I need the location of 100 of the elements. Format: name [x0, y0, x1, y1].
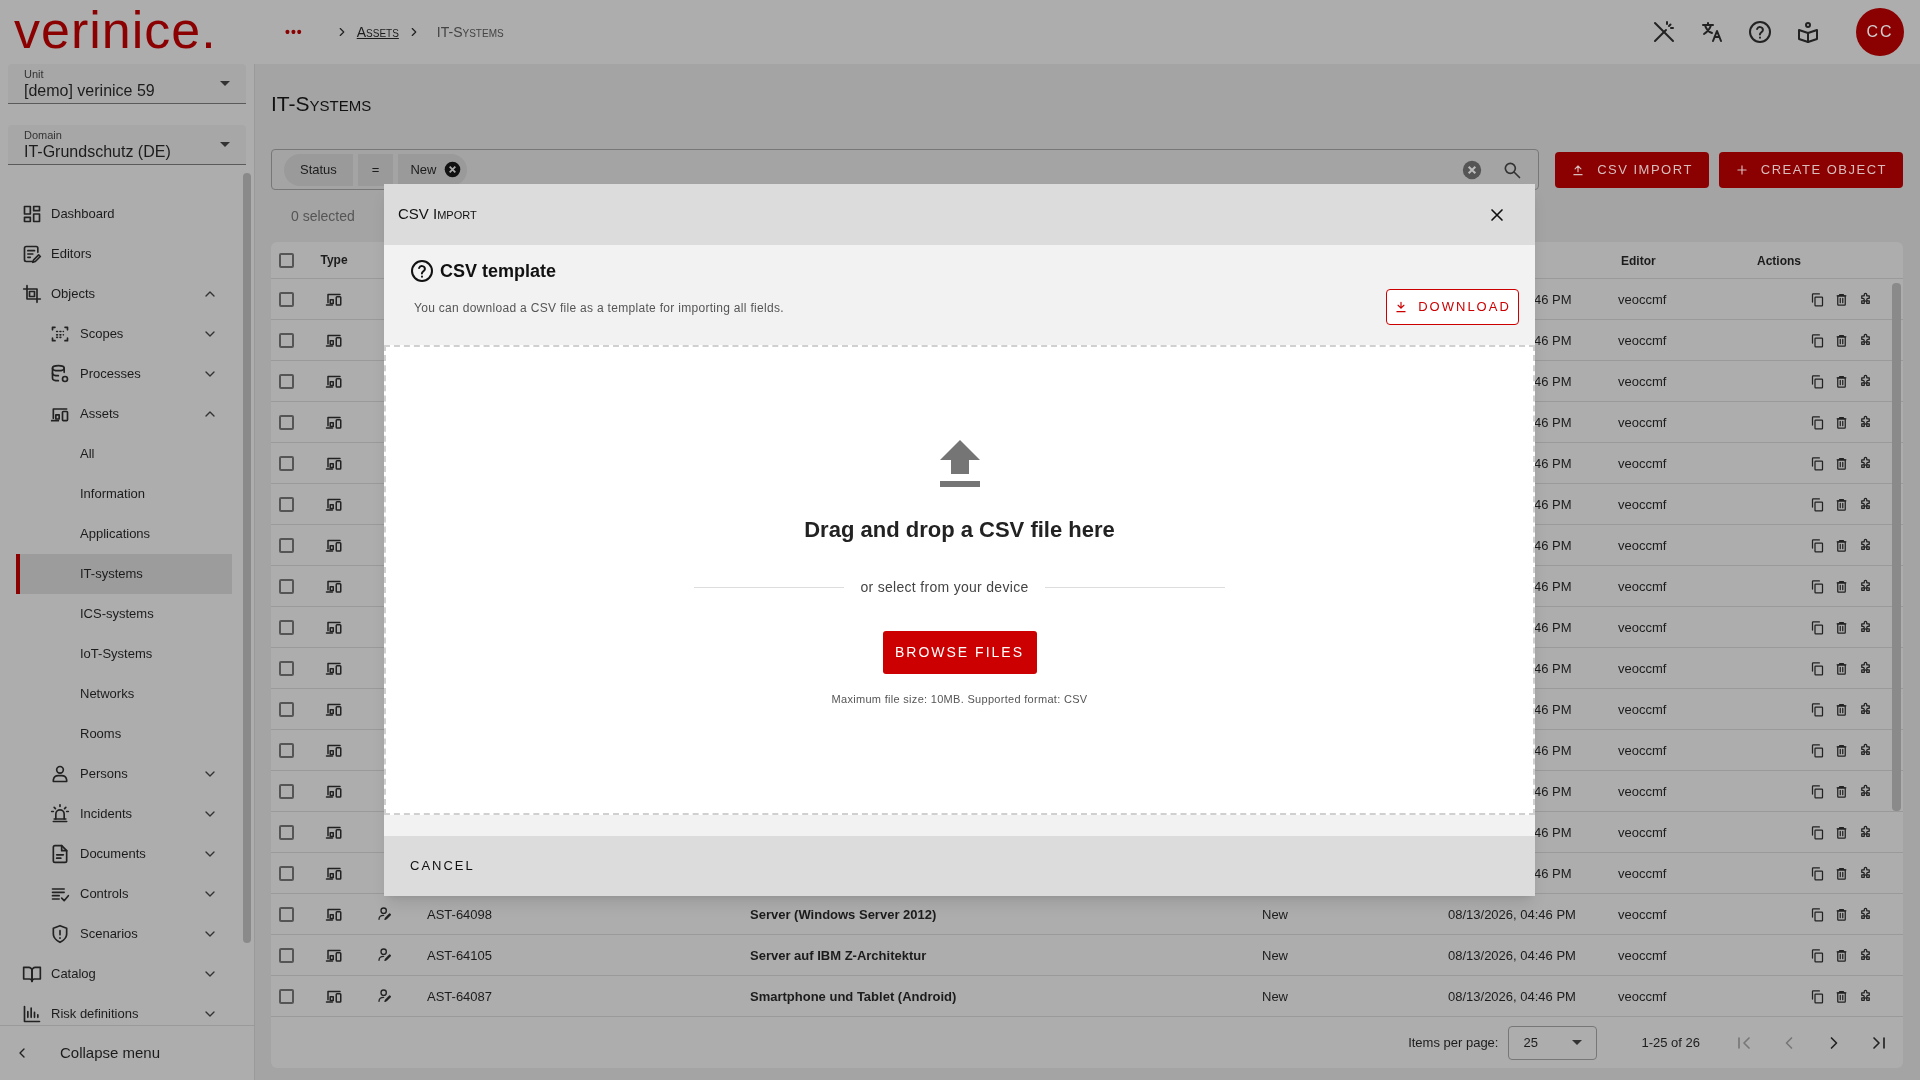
puzzle-icon[interactable]: [1858, 619, 1873, 635]
scrollbar[interactable]: [1892, 283, 1901, 811]
puzzle-icon[interactable]: [1858, 660, 1873, 676]
user-avatar[interactable]: CC: [1856, 8, 1904, 56]
nav-item[interactable]: Incidents: [16, 794, 232, 834]
nav-item[interactable]: Processes: [16, 354, 232, 394]
copy-icon[interactable]: [1810, 824, 1825, 840]
column-header[interactable]: Editor: [1621, 254, 1656, 268]
puzzle-icon[interactable]: [1858, 824, 1873, 840]
nav-item[interactable]: Editors: [16, 234, 232, 274]
trash-icon[interactable]: [1834, 455, 1849, 471]
nav-item[interactable]: ICS-systems: [16, 594, 232, 634]
checkbox[interactable]: [278, 455, 294, 471]
nav-item[interactable]: Scenarios: [16, 914, 232, 954]
checkbox[interactable]: [278, 783, 294, 799]
nav-item[interactable]: All: [16, 434, 232, 474]
magic-wand-off-icon[interactable]: [1652, 20, 1676, 44]
nav-item[interactable]: Information: [16, 474, 232, 514]
copy-icon[interactable]: [1810, 455, 1825, 471]
copy-icon[interactable]: [1810, 373, 1825, 389]
puzzle-icon[interactable]: [1858, 865, 1873, 881]
puzzle-icon[interactable]: [1858, 701, 1873, 717]
nav-item[interactable]: Controls: [16, 874, 232, 914]
trash-icon[interactable]: [1834, 660, 1849, 676]
column-header[interactable]: Type: [320, 251, 348, 269]
puzzle-icon[interactable]: [1858, 988, 1873, 1004]
checkbox[interactable]: [278, 496, 294, 512]
breadcrumb-link[interactable]: Assets: [356, 21, 399, 43]
checkbox[interactable]: [278, 660, 294, 676]
nav-item[interactable]: Persons: [16, 754, 232, 794]
puzzle-icon[interactable]: [1858, 332, 1873, 348]
checkbox[interactable]: [278, 373, 294, 389]
puzzle-icon[interactable]: [1858, 537, 1873, 553]
checkbox[interactable]: [278, 332, 294, 348]
checkbox[interactable]: [278, 537, 294, 553]
copy-icon[interactable]: [1810, 414, 1825, 430]
select-field[interactable]: Domain IT-Grundschutz (DE): [8, 125, 246, 165]
nav-item[interactable]: Dashboard: [16, 194, 232, 234]
filter-chip[interactable]: =: [357, 153, 394, 186]
trash-icon[interactable]: [1834, 619, 1849, 635]
trash-icon[interactable]: [1834, 783, 1849, 799]
puzzle-icon[interactable]: [1858, 783, 1873, 799]
trash-icon[interactable]: [1834, 947, 1849, 963]
nav-item[interactable]: IoT-Systems: [16, 634, 232, 674]
checkbox[interactable]: [278, 865, 294, 881]
puzzle-icon[interactable]: [1858, 496, 1873, 512]
checkbox[interactable]: [278, 701, 294, 717]
more-link[interactable]: •••: [285, 21, 303, 43]
filter-chip[interactable]: New: [398, 153, 468, 186]
puzzle-icon[interactable]: [1858, 742, 1873, 758]
trash-icon[interactable]: [1834, 742, 1849, 758]
copy-icon[interactable]: [1810, 701, 1825, 717]
copy-icon[interactable]: [1810, 619, 1825, 635]
checkbox[interactable]: [278, 906, 294, 922]
copy-icon[interactable]: [1810, 865, 1825, 881]
trash-icon[interactable]: [1834, 537, 1849, 553]
trash-icon[interactable]: [1834, 988, 1849, 1004]
copy-icon[interactable]: [1810, 537, 1825, 553]
nav-item[interactable]: Scopes: [16, 314, 232, 354]
puzzle-icon[interactable]: [1858, 414, 1873, 430]
copy-icon[interactable]: [1810, 783, 1825, 799]
copy-icon[interactable]: [1810, 906, 1825, 922]
checkbox[interactable]: [278, 291, 294, 307]
puzzle-icon[interactable]: [1858, 291, 1873, 307]
nav-item[interactable]: Applications: [16, 514, 232, 554]
trash-icon[interactable]: [1834, 291, 1849, 307]
trash-icon[interactable]: [1834, 701, 1849, 717]
checkbox[interactable]: [278, 947, 294, 963]
nav-item[interactable]: Objects: [16, 274, 232, 314]
nav-item[interactable]: Rooms: [16, 714, 232, 754]
puzzle-icon[interactable]: [1858, 947, 1873, 963]
copy-icon[interactable]: [1810, 660, 1825, 676]
copy-icon[interactable]: [1810, 578, 1825, 594]
copy-icon[interactable]: [1810, 742, 1825, 758]
copy-icon[interactable]: [1810, 332, 1825, 348]
checkbox[interactable]: [278, 578, 294, 594]
nav-item[interactable]: Networks: [16, 674, 232, 714]
checkbox[interactable]: [278, 252, 294, 268]
remove-icon[interactable]: [444, 161, 462, 178]
trash-icon[interactable]: [1834, 414, 1849, 430]
copy-icon[interactable]: [1810, 496, 1825, 512]
trash-icon[interactable]: [1834, 578, 1849, 594]
help-icon[interactable]: [1748, 20, 1772, 44]
browse-files-button[interactable]: BROWSE FILES: [882, 631, 1037, 674]
download-button[interactable]: DOWNLOAD: [1386, 289, 1519, 325]
checkbox[interactable]: [278, 988, 294, 1004]
trash-icon[interactable]: [1834, 373, 1849, 389]
copy-icon[interactable]: [1810, 947, 1825, 963]
scrollbar[interactable]: [243, 173, 251, 943]
trash-icon[interactable]: [1834, 824, 1849, 840]
nav-item[interactable]: Documents: [16, 834, 232, 874]
puzzle-icon[interactable]: [1858, 906, 1873, 922]
select-field[interactable]: Unit [demo] verinice 59: [8, 64, 246, 104]
checkbox[interactable]: [278, 742, 294, 758]
checkbox[interactable]: [278, 414, 294, 430]
copy-icon[interactable]: [1810, 291, 1825, 307]
puzzle-icon[interactable]: [1858, 578, 1873, 594]
collapse-menu-button[interactable]: Collapse menu: [0, 1025, 254, 1080]
filter-chip[interactable]: Status: [284, 153, 353, 186]
nav-item[interactable]: Assets: [16, 394, 232, 434]
